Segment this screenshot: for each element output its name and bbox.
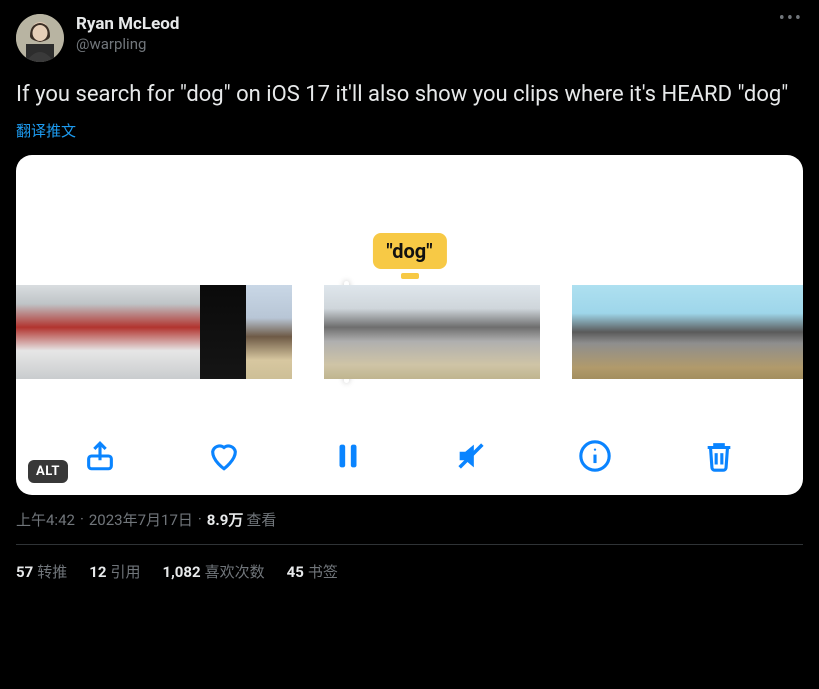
separator-dot: · [80,510,84,528]
thumbnail[interactable] [616,285,660,379]
thumbnail[interactable] [704,285,748,379]
heart-icon[interactable] [207,439,241,473]
display-name: Ryan McLeod [76,14,179,35]
likes-count: 1,082 [162,563,200,581]
media-toolbar [16,439,803,473]
tweet-date[interactable]: 2023年7月17日 [89,509,193,530]
clip-gap [540,285,572,379]
clip-gap [292,285,324,379]
likes-label: 喜欢次数 [205,563,265,581]
info-icon[interactable] [578,439,612,473]
share-icon[interactable] [83,439,117,473]
thumbnail[interactable] [748,285,792,379]
retweets-stat[interactable]: 57转推 [16,561,67,582]
separator-dot: · [198,510,202,528]
thumbnail[interactable] [396,285,468,379]
thumbnail[interactable] [468,285,540,379]
retweets-count: 57 [16,563,33,581]
thumbnail[interactable] [154,285,200,379]
quotes-count: 12 [89,563,106,581]
likes-stat[interactable]: 1,082 喜欢次数 [162,561,264,582]
video-timeline[interactable] [16,285,803,379]
bookmarks-label: 书签 [308,563,338,581]
clip-group-2[interactable] [324,285,540,379]
quotes-stat[interactable]: 12引用 [89,561,140,582]
clip-group-1[interactable] [16,285,292,379]
views-count: 8.9万 [207,509,244,530]
user-handle: @warpling [76,35,179,54]
avatar[interactable] [16,14,64,62]
translate-link[interactable]: 翻译推文 [16,120,803,141]
retweets-label: 转推 [37,563,67,581]
media-card[interactable]: "dog" [16,155,803,495]
thumbnail[interactable] [660,285,704,379]
tweet-text: If you search for "dog" on iOS 17 it'll … [16,80,803,110]
thumbnail[interactable] [62,285,108,379]
thumbnail[interactable] [792,285,803,379]
timeline-marker [401,273,419,279]
pause-icon[interactable] [331,439,365,473]
tweet-stats: 57转推 12引用 1,082 喜欢次数 45书签 [16,545,803,582]
thumbnail[interactable] [246,285,292,379]
tweet-time[interactable]: 上午4:42 [16,509,75,530]
clip-group-3[interactable] [572,285,803,379]
thumbnail[interactable] [16,285,62,379]
tweet-container: Ryan McLeod @warpling ••• If you search … [0,0,819,582]
views-label: 查看 [246,509,276,530]
trash-icon[interactable] [702,439,736,473]
user-names[interactable]: Ryan McLeod @warpling [76,14,179,54]
thumbnail[interactable] [324,285,396,379]
tooltip-label: "dog" [372,233,446,269]
bookmarks-count: 45 [287,563,304,581]
search-tooltip: "dog" [372,233,446,269]
mute-icon[interactable] [454,439,488,473]
tweet-meta: 上午4:42 · 2023年7月17日 · 8.9万 查看 [16,509,803,530]
bookmarks-stat[interactable]: 45书签 [287,561,338,582]
more-icon[interactable]: ••• [779,8,803,29]
thumbnail[interactable] [108,285,154,379]
alt-badge[interactable]: ALT [28,460,68,483]
thumbnail[interactable] [200,285,246,379]
thumbnail[interactable] [572,285,616,379]
tweet-header: Ryan McLeod @warpling ••• [16,14,803,62]
quotes-label: 引用 [110,563,140,581]
